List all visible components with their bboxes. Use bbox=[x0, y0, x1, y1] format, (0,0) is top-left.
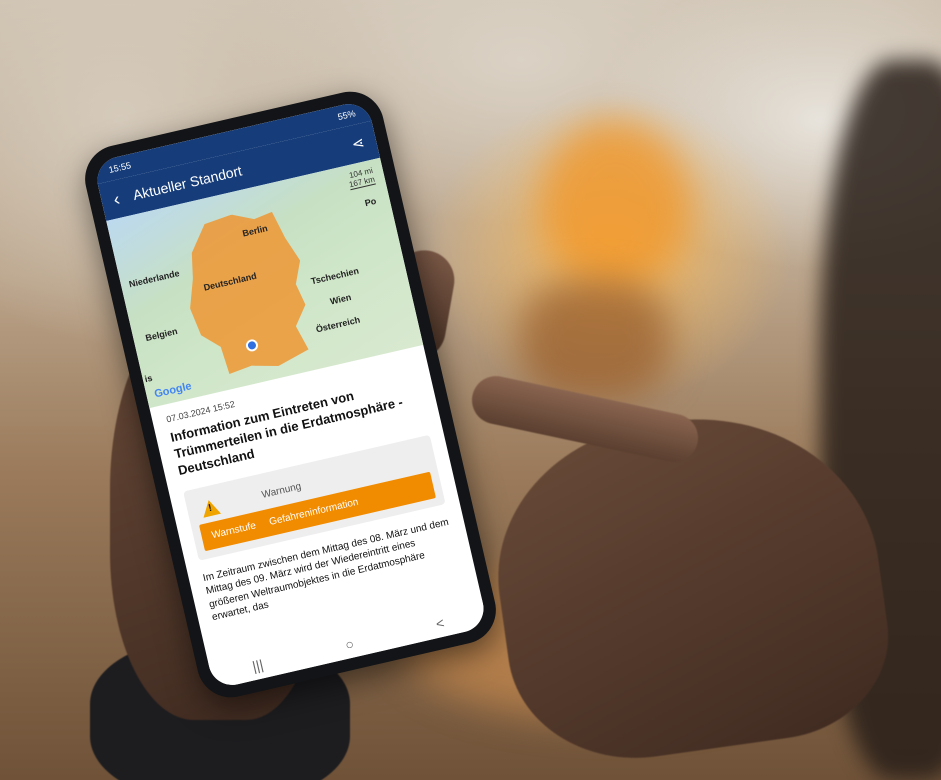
warning-triangle-icon: ! bbox=[199, 497, 221, 518]
blurred-plant bbox=[540, 120, 690, 290]
recent-apps-icon[interactable]: ||| bbox=[251, 656, 265, 674]
status-time: 15:55 bbox=[107, 160, 132, 175]
map-label-is: is bbox=[143, 372, 154, 385]
nav-back-icon[interactable]: < bbox=[434, 615, 446, 632]
back-arrow-icon[interactable]: ‹ bbox=[111, 188, 122, 210]
photo-background: 15:55 55% ‹ Aktueller Standort ⋖ 104 mi … bbox=[0, 0, 941, 780]
warning-label: Warnung bbox=[260, 481, 303, 502]
share-icon[interactable]: ⋖ bbox=[350, 133, 366, 153]
home-icon[interactable]: ○ bbox=[344, 635, 356, 652]
map-label-belgien: Belgien bbox=[144, 325, 179, 344]
map-label-niederlande: Niederlande bbox=[127, 268, 181, 290]
google-logo: Google bbox=[153, 380, 193, 401]
map-label-tschechien: Tschechien bbox=[309, 265, 360, 287]
level-label: Warnstufe bbox=[210, 519, 257, 541]
map-scale: 104 mi 167 km bbox=[346, 165, 376, 191]
blurred-pot bbox=[520, 280, 670, 400]
map-label-wien: Wien bbox=[329, 292, 353, 307]
map-label-po: Po bbox=[363, 195, 378, 209]
status-indicators: 55% bbox=[336, 108, 357, 123]
map-label-oesterreich: Österreich bbox=[314, 314, 362, 335]
